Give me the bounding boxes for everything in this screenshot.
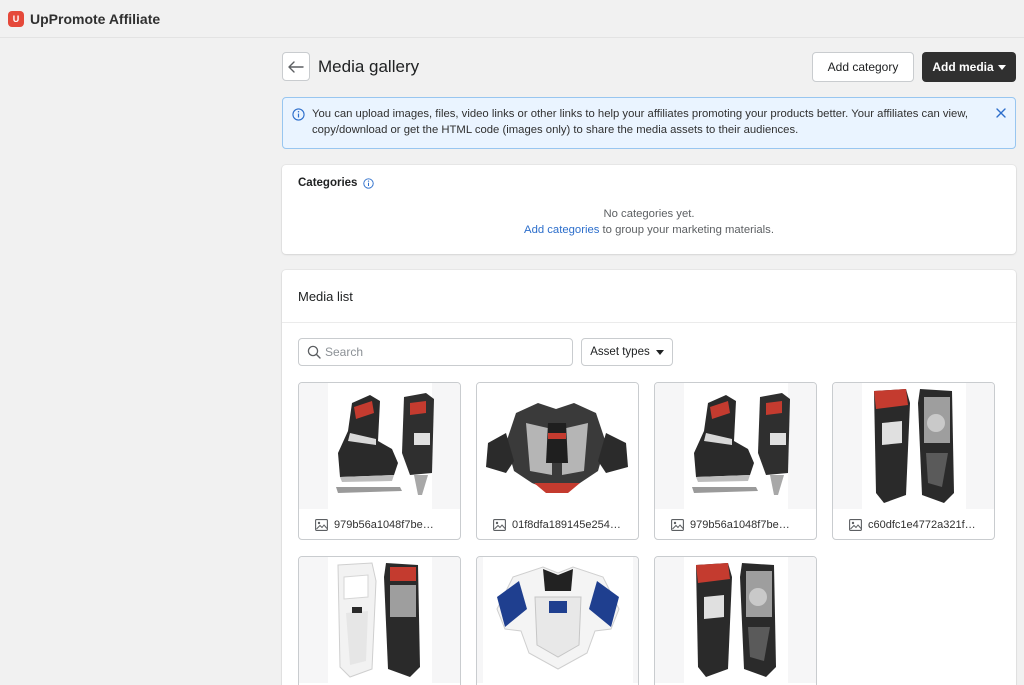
search-icon [307,345,321,359]
app-title: UpPromote Affiliate [30,10,161,27]
asset-types-dropdown[interactable]: Asset types [581,338,673,366]
shin-guards-image [695,563,776,677]
media-thumbnail [655,383,816,509]
categories-heading: Categories [298,177,375,189]
shoulder-pads-image [495,566,620,670]
add-category-button[interactable]: Add category [812,52,914,82]
media-thumbnail [299,557,460,683]
media-item-label: c60dfc1e4772a321f… [833,509,994,539]
media-file-name: 979b56a1048f7be… [334,519,434,531]
search-field[interactable] [298,338,573,366]
media-item[interactable] [298,556,461,685]
media-item[interactable]: 979b56a1048f7be… [298,382,461,540]
media-thumbnail [477,383,638,509]
search-input[interactable] [325,345,565,359]
media-item[interactable]: 979b56a1048f7be… [654,382,817,540]
categories-hint-suffix: to group your marketing materials. [599,224,774,236]
media-item[interactable]: 01f8dfa189145e254… [476,382,639,540]
info-banner: You can upload images, files, video link… [282,97,1016,149]
divider [282,322,1016,323]
hockey-skates-image [335,393,434,495]
image-icon [493,519,506,531]
top-bar: U UpPromote Affiliate [0,0,1024,38]
close-icon[interactable] [995,107,1007,119]
media-list-card: Media list Asset types [282,270,1016,685]
media-item[interactable] [654,556,817,685]
page-title: Media gallery [318,57,420,76]
media-item[interactable]: c60dfc1e4772a321f… [832,382,995,540]
media-item[interactable] [476,556,639,685]
back-button[interactable] [282,52,310,81]
uppromote-logo-icon: U [8,10,24,27]
media-item-label: 979b56a1048f7be… [299,509,460,539]
media-item-label: 979b56a1048f7be… [655,509,816,539]
arrow-left-icon [288,60,304,73]
media-list-title: Media list [298,289,353,304]
media-thumbnail [655,557,816,683]
media-thumbnail [299,383,460,509]
media-file-name: c60dfc1e4772a321f… [868,519,976,531]
media-thumbnail [477,557,638,683]
media-thumbnail [833,383,994,509]
categories-title: Categories [298,177,358,189]
hockey-skates-image [691,393,790,495]
media-file-name: 01f8dfa189145e254… [512,519,621,531]
info-icon[interactable] [363,177,375,189]
media-file-name: 979b56a1048f7be… [690,519,790,531]
categories-card: Categories No categories yet. Add catego… [282,165,1016,254]
image-icon [671,519,684,531]
caret-down-icon [655,349,664,355]
image-icon [315,519,328,531]
media-item-label: 01f8dfa189145e254… [477,509,638,539]
image-icon [849,519,862,531]
add-categories-link[interactable]: Add categories [524,224,599,236]
info-icon [292,108,305,121]
add-media-button[interactable]: Add media [922,52,1016,82]
asset-types-label: Asset types [590,346,650,358]
add-media-label: Add media [932,60,994,74]
chest-protector-image [486,403,628,493]
shin-guards-image [336,562,420,678]
shin-guards-image [873,389,954,503]
banner-text: You can upload images, files, video link… [312,108,969,136]
add-category-label: Add category [827,60,899,74]
caret-down-icon [997,64,1006,70]
categories-empty-hint: Add categories to group your marketing m… [282,224,1016,236]
categories-empty-text: No categories yet. [603,208,695,220]
